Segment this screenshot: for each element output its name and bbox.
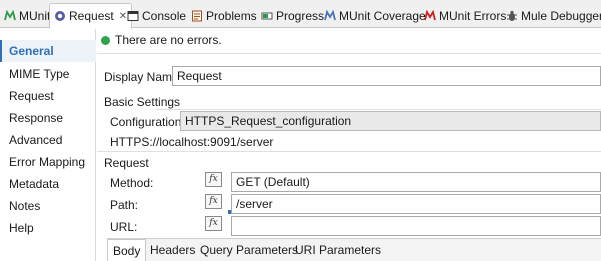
tab-console[interactable]: Console: [127, 4, 186, 28]
divider: [97, 151, 601, 152]
tab-headers[interactable]: Headers: [145, 239, 200, 261]
sidebar-item-notes[interactable]: Notes: [0, 195, 96, 217]
tab-label: Progress: [276, 9, 325, 23]
progress-icon: [261, 10, 273, 22]
url-field[interactable]: [231, 216, 601, 236]
connection-url-text: HTTPS://localhost:9091/server: [110, 135, 274, 149]
tab-uri-parameters[interactable]: URI Parameters: [290, 239, 386, 261]
tab-label: MUnit: [19, 9, 51, 23]
tab-label: MUnit Errors: [439, 9, 507, 23]
tab-body[interactable]: Body: [107, 239, 147, 261]
sidebar-item-help[interactable]: Help: [0, 217, 96, 239]
sidebar-item-metadata[interactable]: Metadata: [0, 173, 96, 195]
tab-progress[interactable]: Progress: [261, 4, 324, 28]
fx-expression-toggle-method[interactable]: fx: [205, 172, 222, 187]
console-icon: [127, 10, 139, 22]
configuration-select[interactable]: HTTPS_Request_configuration: [180, 111, 601, 131]
check-icon: [101, 35, 110, 45]
tab-label: Mule Debugger: [521, 9, 601, 23]
tab-problems[interactable]: Problems: [191, 4, 257, 28]
munit-errors-icon: [424, 10, 436, 22]
path-field[interactable]: /server: [231, 194, 601, 214]
sidebar-item-error-mapping[interactable]: Error Mapping: [0, 151, 96, 173]
path-label: Path:: [110, 198, 139, 212]
tab-label: MUnit Coverage: [339, 9, 426, 23]
method-field[interactable]: GET (Default): [231, 172, 601, 192]
fx-expression-toggle-path[interactable]: fx: [205, 194, 222, 209]
tab-munit-errors[interactable]: MUnit Errors: [424, 4, 506, 28]
tab-mule-debugger[interactable]: Mule Debugger: [506, 4, 601, 28]
tab-label: Request: [69, 9, 114, 23]
sidebar-nav: General MIME Type Request Response Advan…: [0, 29, 96, 261]
sidebar-item-response[interactable]: Response: [0, 107, 96, 129]
tab-label: Console: [142, 9, 187, 23]
tab-request[interactable]: Request ✕: [49, 3, 133, 29]
tab-munit[interactable]: MUnit: [4, 4, 50, 28]
sidebar-item-mime-type[interactable]: MIME Type: [0, 63, 96, 85]
request-icon: [54, 10, 66, 22]
munit-coverage-icon: [324, 10, 336, 22]
munit-icon: [4, 10, 16, 22]
mule-debugger-icon: [506, 10, 518, 22]
sidebar-item-request[interactable]: Request: [0, 85, 96, 107]
sidebar-item-general[interactable]: General: [0, 40, 96, 62]
display-name-label: Display Name:: [104, 70, 183, 84]
sidebar-item-advanced[interactable]: Advanced: [0, 129, 96, 151]
fx-expression-toggle-url[interactable]: fx: [205, 216, 222, 231]
method-label: Method:: [110, 176, 154, 190]
tab-query-parameters[interactable]: Query Parameters: [195, 239, 303, 261]
divider: [97, 53, 601, 54]
problems-icon: [191, 10, 203, 22]
request-section-title: Request: [104, 156, 149, 170]
tab-label: Problems: [206, 9, 257, 23]
basic-settings-title: Basic Settings: [104, 95, 181, 109]
url-label: URL:: [110, 220, 138, 234]
close-icon[interactable]: ✕: [119, 11, 127, 22]
status-message: There are no errors.: [115, 33, 222, 47]
view-tab-bar: MUnit Request ✕ Console Problems Progres…: [0, 0, 601, 29]
request-tabs: Body Headers Query Parameters URI Parame…: [107, 238, 601, 261]
properties-panel: There are no errors. Display Name: Reque…: [97, 29, 601, 261]
validation-status: There are no errors.: [101, 32, 222, 48]
tab-munit-coverage[interactable]: MUnit Coverage: [324, 4, 426, 28]
display-name-field[interactable]: Request: [172, 66, 601, 86]
configuration-label: Configuration:: [110, 115, 185, 129]
divider: [157, 109, 601, 110]
